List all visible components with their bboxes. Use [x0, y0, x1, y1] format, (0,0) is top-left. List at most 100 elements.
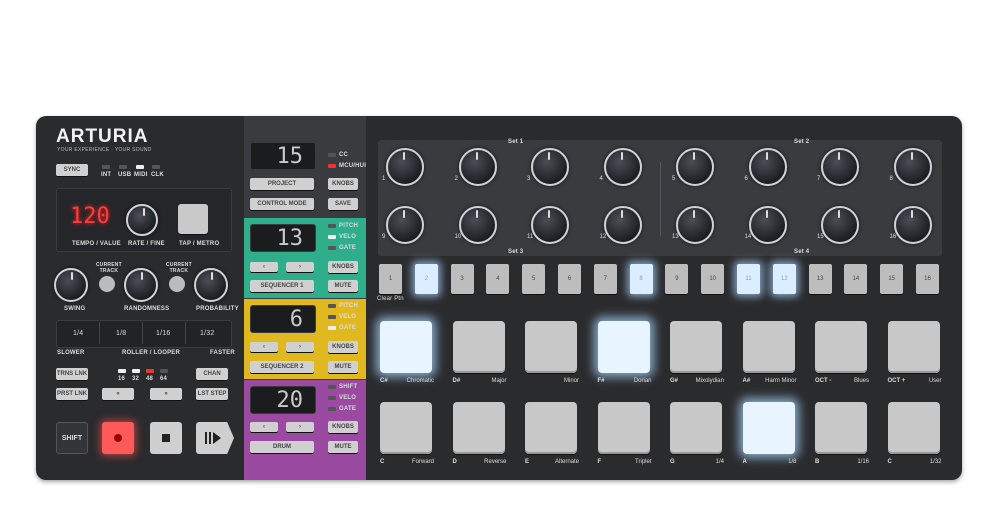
faster-label: FASTER: [210, 350, 235, 356]
pad[interactable]: [525, 402, 577, 454]
rate-knob[interactable]: [126, 204, 158, 236]
roller-value: 1/32: [200, 330, 215, 337]
seq1-left-button[interactable]: ‹: [250, 262, 278, 272]
step-button[interactable]: 12: [772, 264, 796, 294]
pad[interactable]: [380, 321, 432, 373]
project-button[interactable]: PROJECT: [250, 178, 314, 190]
encoder-knob[interactable]: [893, 148, 932, 186]
record-button[interactable]: [102, 422, 134, 454]
pad[interactable]: [452, 321, 505, 373]
top-knobs-button[interactable]: KNOBS: [328, 178, 358, 190]
drum-mute-button[interactable]: MUTE: [328, 441, 358, 453]
chan-button[interactable]: CHAN: [196, 368, 228, 380]
save-button[interactable]: SAVE: [328, 198, 358, 210]
step-button[interactable]: 16: [916, 264, 939, 294]
step-button[interactable]: 5: [522, 264, 546, 294]
encoder-knob[interactable]: [386, 206, 424, 244]
pad[interactable]: [670, 402, 722, 454]
drum-button[interactable]: DRUM: [250, 441, 314, 453]
encoder-knob[interactable]: [458, 206, 497, 244]
step-button[interactable]: 13: [808, 264, 832, 294]
pad[interactable]: [742, 402, 795, 454]
seq2-knobs-button[interactable]: KNOBS: [328, 341, 358, 353]
sync-button[interactable]: SYNC: [56, 164, 88, 176]
sequencer2-button[interactable]: SEQUENCER 2: [250, 361, 314, 373]
record-icon: [114, 434, 122, 442]
control-mode-button[interactable]: CONTROL MODE: [250, 198, 314, 210]
drum-knobs-button[interactable]: KNOBS: [328, 421, 358, 433]
step-button[interactable]: 15: [880, 264, 904, 294]
seq2-left-button[interactable]: ‹: [250, 342, 278, 352]
rate-label: RATE / FINE: [128, 241, 165, 247]
pad[interactable]: [452, 402, 505, 454]
pad[interactable]: [815, 321, 867, 373]
roller-divider: [142, 322, 143, 344]
encoder-knob[interactable]: [676, 206, 714, 244]
pad[interactable]: [887, 321, 940, 373]
next-button[interactable]: »: [150, 388, 182, 400]
probability-knob[interactable]: [194, 268, 228, 302]
encoder-knob[interactable]: [531, 206, 569, 244]
pad[interactable]: [670, 321, 722, 373]
sequencer1-button[interactable]: SEQUENCER 1: [250, 280, 314, 292]
seq1-pitch-led: [328, 224, 336, 228]
shift-button[interactable]: SHIFT: [56, 422, 88, 454]
drum-right-button[interactable]: ›: [286, 422, 314, 432]
step-button[interactable]: 7: [593, 264, 617, 294]
tap-button[interactable]: [178, 204, 208, 234]
encoder-knob[interactable]: [386, 148, 424, 186]
prev-button[interactable]: «: [102, 388, 134, 400]
stop-button[interactable]: [150, 422, 182, 454]
seq1-right-button[interactable]: ›: [286, 262, 314, 272]
encoder-knob[interactable]: [458, 148, 497, 186]
pad[interactable]: [525, 321, 577, 373]
drum-gate-label: GATE: [339, 406, 357, 412]
lst-step-button[interactable]: LST STEP: [196, 388, 228, 400]
pad[interactable]: [887, 402, 940, 454]
seq2-mute-button[interactable]: MUTE: [328, 361, 358, 373]
pad-mode-label: Major: [491, 378, 507, 384]
seq1-gate-label: GATE: [339, 245, 357, 251]
pad[interactable]: [597, 321, 650, 373]
step-button[interactable]: 3: [450, 264, 474, 294]
current-track-knob-2[interactable]: [169, 276, 185, 292]
encoder-knob[interactable]: [676, 148, 714, 186]
swing-knob[interactable]: [54, 268, 88, 302]
current-track-knob-1[interactable]: [99, 276, 115, 292]
pad[interactable]: [815, 402, 867, 454]
pad[interactable]: [742, 321, 795, 373]
seq2-right-button[interactable]: ›: [286, 342, 314, 352]
encoder-knob[interactable]: [821, 148, 859, 186]
encoder-number: 8: [889, 176, 893, 182]
tap-label: TAP / METRO: [179, 241, 220, 247]
step-button[interactable]: 8: [629, 264, 653, 294]
pad[interactable]: [380, 402, 432, 454]
step-button[interactable]: 10: [701, 264, 725, 294]
encoder-knob[interactable]: [821, 206, 859, 244]
roller-divider: [99, 322, 100, 344]
play-pause-button[interactable]: [196, 422, 234, 454]
randomness-knob[interactable]: [124, 268, 158, 302]
encoder-knob[interactable]: [748, 148, 787, 186]
step-button[interactable]: 14: [844, 264, 868, 294]
encoder-knob[interactable]: [531, 148, 569, 186]
tempo-label: TEMPO / VALUE: [72, 241, 121, 247]
encoder-knob[interactable]: [748, 206, 787, 244]
seq1-knobs-button[interactable]: KNOBS: [328, 261, 358, 273]
step-button[interactable]: 11: [737, 264, 760, 294]
seq1-mute-button[interactable]: MUTE: [328, 280, 358, 292]
encoder-knob[interactable]: [603, 206, 642, 244]
step-button[interactable]: 4: [486, 264, 510, 294]
trns-lnk-button[interactable]: TRNS LNK: [56, 368, 88, 380]
drum-left-button[interactable]: ‹: [250, 422, 278, 432]
step-button[interactable]: 9: [665, 264, 689, 294]
encoder-number: 2: [454, 176, 458, 182]
seq1-velo-label: VELO: [339, 234, 357, 240]
encoder-knob[interactable]: [893, 206, 932, 244]
step-button[interactable]: 1: [379, 264, 402, 294]
step-button[interactable]: 6: [558, 264, 581, 294]
step-button[interactable]: 2: [414, 264, 438, 294]
prst-lnk-button[interactable]: PRST LNK: [56, 388, 88, 400]
pad[interactable]: [597, 402, 650, 454]
encoder-knob[interactable]: [603, 148, 642, 186]
